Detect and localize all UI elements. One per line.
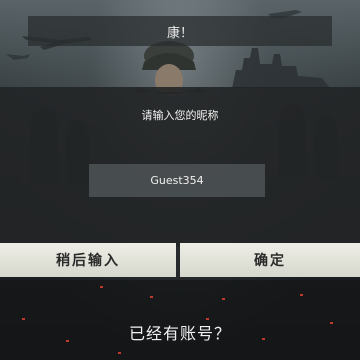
have-account-link[interactable]: 已经有账号？ <box>0 320 360 344</box>
confirm-label: 确定 <box>254 253 286 269</box>
confirm-button[interactable]: 确定 <box>180 243 360 277</box>
warship-icon <box>232 48 330 88</box>
enter-later-button[interactable]: 稍后输入 <box>0 243 176 277</box>
game-screen: 康！ 请输入您的昵称 稍后输入 确定 已经有账号？ <box>0 0 360 360</box>
banner-text: 康！ <box>166 25 193 41</box>
enter-later-label: 稍后输入 <box>56 253 120 269</box>
top-banner: 康！ <box>28 16 332 46</box>
nickname-prompt: 请输入您的昵称 <box>141 109 219 122</box>
plane-small-left-icon <box>6 54 30 60</box>
nickname-dialog: 请输入您的昵称 <box>0 87 360 247</box>
nickname-input[interactable] <box>89 164 265 197</box>
